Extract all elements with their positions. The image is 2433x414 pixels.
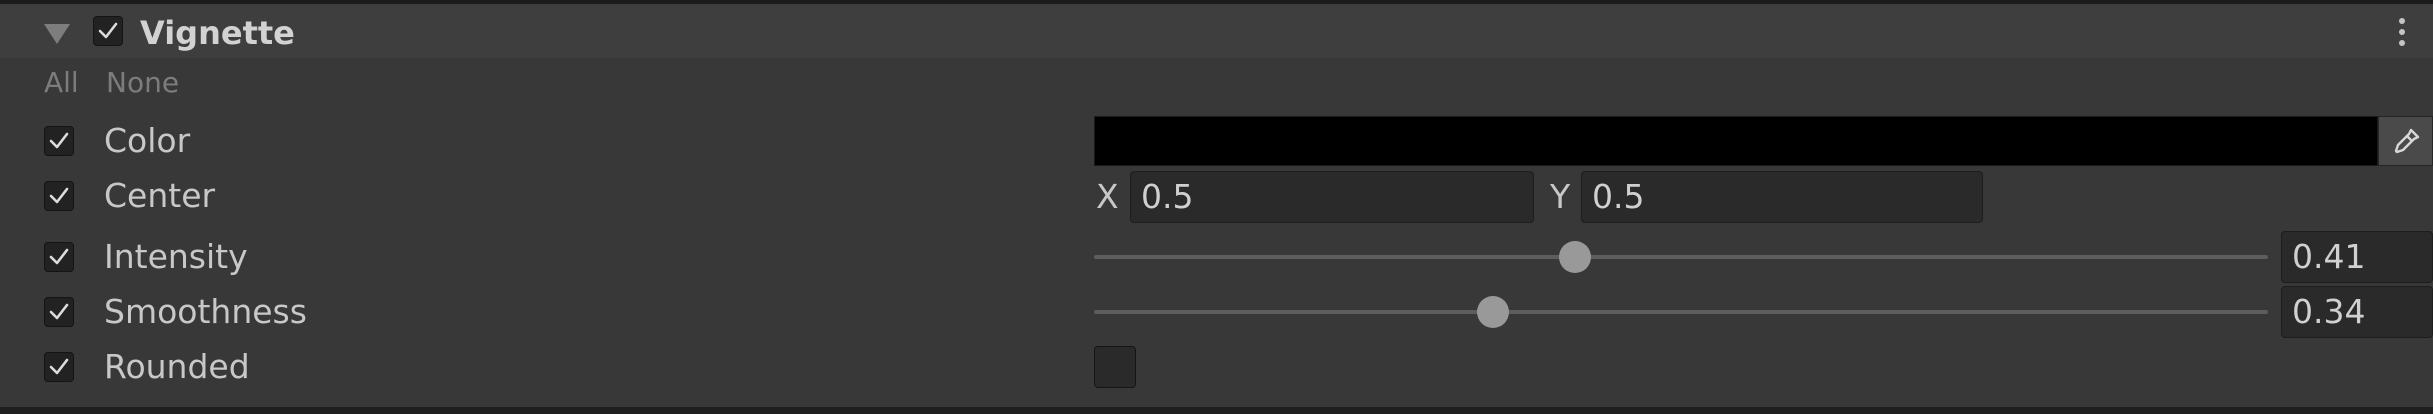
center-x-field[interactable]: 0.5 (1130, 171, 1534, 223)
center-y-field[interactable]: 0.5 (1581, 171, 1983, 223)
foldout-arrow-icon[interactable] (44, 24, 70, 44)
color-override-checkbox[interactable] (44, 126, 74, 156)
checkmark-icon (49, 132, 69, 149)
component-title: Vignette (140, 14, 295, 52)
color-field[interactable] (1094, 116, 2378, 166)
eyedropper-button[interactable] (2378, 116, 2433, 166)
intensity-slider-thumb[interactable] (1559, 241, 1592, 273)
none-button[interactable]: None (106, 66, 179, 100)
smoothness-slider-thumb[interactable] (1477, 296, 1510, 328)
center-label: Center (104, 176, 216, 215)
smoothness-label: Smoothness (104, 292, 307, 331)
vignette-enabled-checkbox[interactable] (93, 16, 123, 46)
checkmark-icon (98, 22, 118, 39)
all-button[interactable]: All (44, 66, 79, 100)
checkmark-icon (49, 187, 69, 204)
smoothness-slider-track[interactable] (1094, 310, 2268, 314)
smoothness-override-checkbox[interactable] (44, 297, 74, 327)
kebab-menu-icon[interactable] (2397, 18, 2407, 52)
checkmark-icon (49, 358, 69, 375)
vignette-header[interactable]: Vignette (0, 4, 2433, 58)
center-override-checkbox[interactable] (44, 181, 74, 211)
intensity-slider-track[interactable] (1094, 255, 2268, 259)
intensity-override-checkbox[interactable] (44, 242, 74, 272)
intensity-value-field[interactable]: 0.41 (2281, 231, 2433, 283)
intensity-label: Intensity (104, 237, 248, 276)
panel-bottom-border (0, 407, 2433, 414)
center-y-label: Y (1550, 177, 1571, 216)
rounded-label: Rounded (104, 347, 250, 386)
rounded-override-checkbox[interactable] (44, 352, 74, 382)
center-x-label: X (1096, 177, 1119, 216)
checkmark-icon (49, 303, 69, 320)
smoothness-value-field[interactable]: 0.34 (2281, 286, 2433, 338)
eyedropper-icon (2394, 128, 2420, 154)
rounded-toggle[interactable] (1094, 346, 1136, 388)
color-label: Color (104, 121, 191, 160)
checkmark-icon (49, 248, 69, 265)
